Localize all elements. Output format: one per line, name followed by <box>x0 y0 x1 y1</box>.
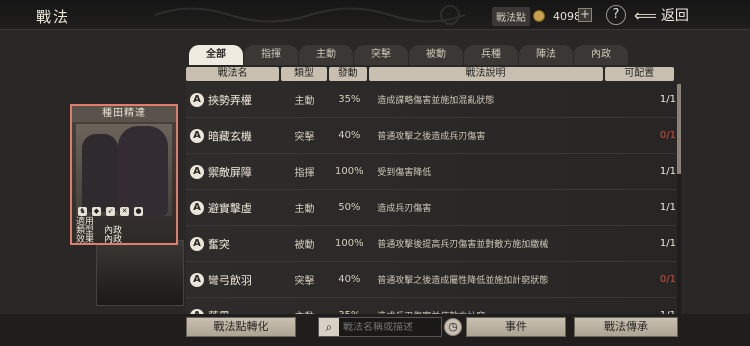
tactic-list: A 挾勢弄權 主動 35% 造成謀略傷害並施加混亂狀態 1/1 A 暗藏玄機 突擊 40% 普通攻擊… <box>186 82 676 334</box>
tactic-desc: 造成兵刃傷害 <box>377 204 432 214</box>
figure-right <box>118 126 168 216</box>
decorative-swirl-icon <box>154 5 466 25</box>
tactic-desc: 普通攻擊之後造成屬性降低並施加計窮狀態 <box>377 276 549 286</box>
search-input[interactable] <box>339 321 439 333</box>
tactic-points: 戰法點 4098 <box>492 6 592 26</box>
tactic-type: 被動 <box>294 240 315 251</box>
troop-icons: ♞ ◆ ➶ ✕ ● <box>78 207 143 216</box>
tab-troop[interactable]: 兵種 <box>464 45 518 65</box>
tactic-name: 奮突 <box>207 237 230 251</box>
search-icon[interactable]: ⌕ <box>319 318 339 336</box>
table-row[interactable]: A 彎弓飲羽 突擊 40% 普通攻擊之後造成屬性降低並施加計窮狀態 0/1 <box>186 262 676 298</box>
rank-a-icon: A <box>190 236 204 251</box>
table-header: 戰法名 類型 發動 戰法說明 可配置 <box>186 67 676 81</box>
back-button[interactable]: ⟸ 返回 <box>634 3 694 27</box>
list-scrollbar[interactable] <box>677 84 681 314</box>
table-row[interactable]: A 暗藏玄機 突擊 40% 普通攻擊之後造成兵刃傷害 0/1 <box>186 118 676 154</box>
tactic-desc: 造成謀略傷害並施加混亂狀態 <box>377 96 495 106</box>
tab-internal[interactable]: 內政 <box>574 45 628 65</box>
col-rate[interactable]: 發動 <box>328 67 367 81</box>
page-title: 戰法 <box>36 8 71 26</box>
tactic-rate: 100% <box>335 166 364 177</box>
back-arrow-icon: ⟸ <box>634 5 657 25</box>
col-name[interactable]: 戰法名 <box>186 67 280 81</box>
tactic-type: 突擊 <box>294 276 315 287</box>
table-row[interactable]: A 挾勢弄權 主動 35% 造成謀略傷害並施加混亂狀態 1/1 <box>186 82 676 118</box>
tab-assault[interactable]: 突擊 <box>354 45 408 65</box>
tactic-config: 1/1 <box>659 202 676 213</box>
tactic-rate: 100% <box>335 238 364 249</box>
tab-passive[interactable]: 被動 <box>409 45 463 65</box>
search-box: ⌕ <box>318 317 442 337</box>
table-row[interactable]: A 奮突 被動 100% 普通攻擊後提高兵刃傷害並對敵方施加繳械 1/1 <box>186 226 676 262</box>
figure-left <box>82 134 118 212</box>
table-row[interactable]: A 避實擊虛 主動 50% 造成兵刃傷害 1/1 <box>186 190 676 226</box>
table-row[interactable]: A 禦敵屏障 指揮 100% 受到傷害降低 1/1 <box>186 154 676 190</box>
rank-a-icon: A <box>190 128 204 143</box>
col-desc: 戰法說明 <box>368 67 603 81</box>
stat-key: 效果 <box>76 235 95 245</box>
tactic-rate: 40% <box>338 130 361 141</box>
tactic-config: 1/1 <box>659 166 676 177</box>
cavalry-icon: ♞ <box>78 207 87 216</box>
tactic-name: 暗藏玄機 <box>207 129 252 143</box>
rank-a-icon: A <box>190 164 204 179</box>
col-config[interactable]: 可配置 <box>604 67 674 81</box>
tab-command[interactable]: 指揮 <box>244 45 298 65</box>
tactic-desc: 普通攻擊後提高兵刃傷害並對敵方施加繳械 <box>377 240 549 250</box>
category-tabs: 全部 指揮 主動 突擊 被動 兵種 陣法 內政 <box>189 45 679 65</box>
tactic-config: 0/1 <box>659 130 676 141</box>
tactic-type: 主動 <box>294 204 315 215</box>
tactic-type: 指揮 <box>294 168 315 179</box>
inherit-button[interactable]: 戰法傳承 <box>574 317 678 337</box>
rank-a-icon: A <box>190 92 204 107</box>
tactic-config: 0/1 <box>659 274 676 285</box>
coin-icon <box>533 10 545 22</box>
rank-a-icon: A <box>190 272 204 287</box>
event-button[interactable]: 事件 <box>466 317 566 337</box>
portrait-back-card <box>96 240 184 306</box>
stat-value: 內政 <box>104 235 123 245</box>
tactic-name: 避實擊虛 <box>207 201 252 215</box>
tactic-type: 主動 <box>294 96 315 107</box>
back-label: 返回 <box>660 8 689 24</box>
points-value: 4098 <box>553 9 581 23</box>
tactic-portrait-card[interactable]: 種田精達 ♞ ◆ ➶ ✕ ● 適用 類型內政 效果內政 目標自己 <box>70 104 178 245</box>
tactic-rate: 40% <box>338 274 361 285</box>
tactic-type: 突擊 <box>294 132 315 143</box>
siege-icon: ● <box>134 207 143 216</box>
scroll-thumb[interactable] <box>677 84 681 174</box>
add-points-button[interactable]: + <box>578 8 592 22</box>
top-bar: 戰法 戰法點 4098 + ? ⟸ 返回 <box>0 0 750 30</box>
tab-formation[interactable]: 陣法 <box>519 45 573 65</box>
tactic-name: 彎弓飲羽 <box>207 273 252 287</box>
tactic-name: 挾勢弄權 <box>207 93 252 107</box>
tactic-config: 1/1 <box>659 94 676 105</box>
tactic-desc: 受到傷害降低 <box>377 168 432 178</box>
portrait-stats: 適用 類型內政 效果內政 目標自己 <box>76 218 174 245</box>
archer-icon: ➶ <box>106 207 115 216</box>
portrait-name: 種田精達 <box>72 106 176 122</box>
shield-icon: ◆ <box>92 207 101 216</box>
tab-all[interactable]: 全部 <box>189 45 243 65</box>
tactic-rate: 35% <box>338 94 361 105</box>
clock-icon[interactable]: ◷ <box>444 318 462 336</box>
tactic-desc: 普通攻擊之後造成兵刃傷害 <box>377 132 486 142</box>
tactic-rate: 50% <box>338 202 361 213</box>
points-label: 戰法點 <box>492 6 530 26</box>
rank-a-icon: A <box>190 200 204 215</box>
help-button[interactable]: ? <box>606 5 626 25</box>
spear-icon: ✕ <box>120 207 129 216</box>
tab-active[interactable]: 主動 <box>299 45 353 65</box>
col-type[interactable]: 類型 <box>281 67 327 81</box>
tactic-name: 禦敵屏障 <box>207 165 252 179</box>
points-convert-button[interactable]: 戰法點轉化 <box>186 317 296 337</box>
tactic-config: 1/1 <box>659 238 676 249</box>
